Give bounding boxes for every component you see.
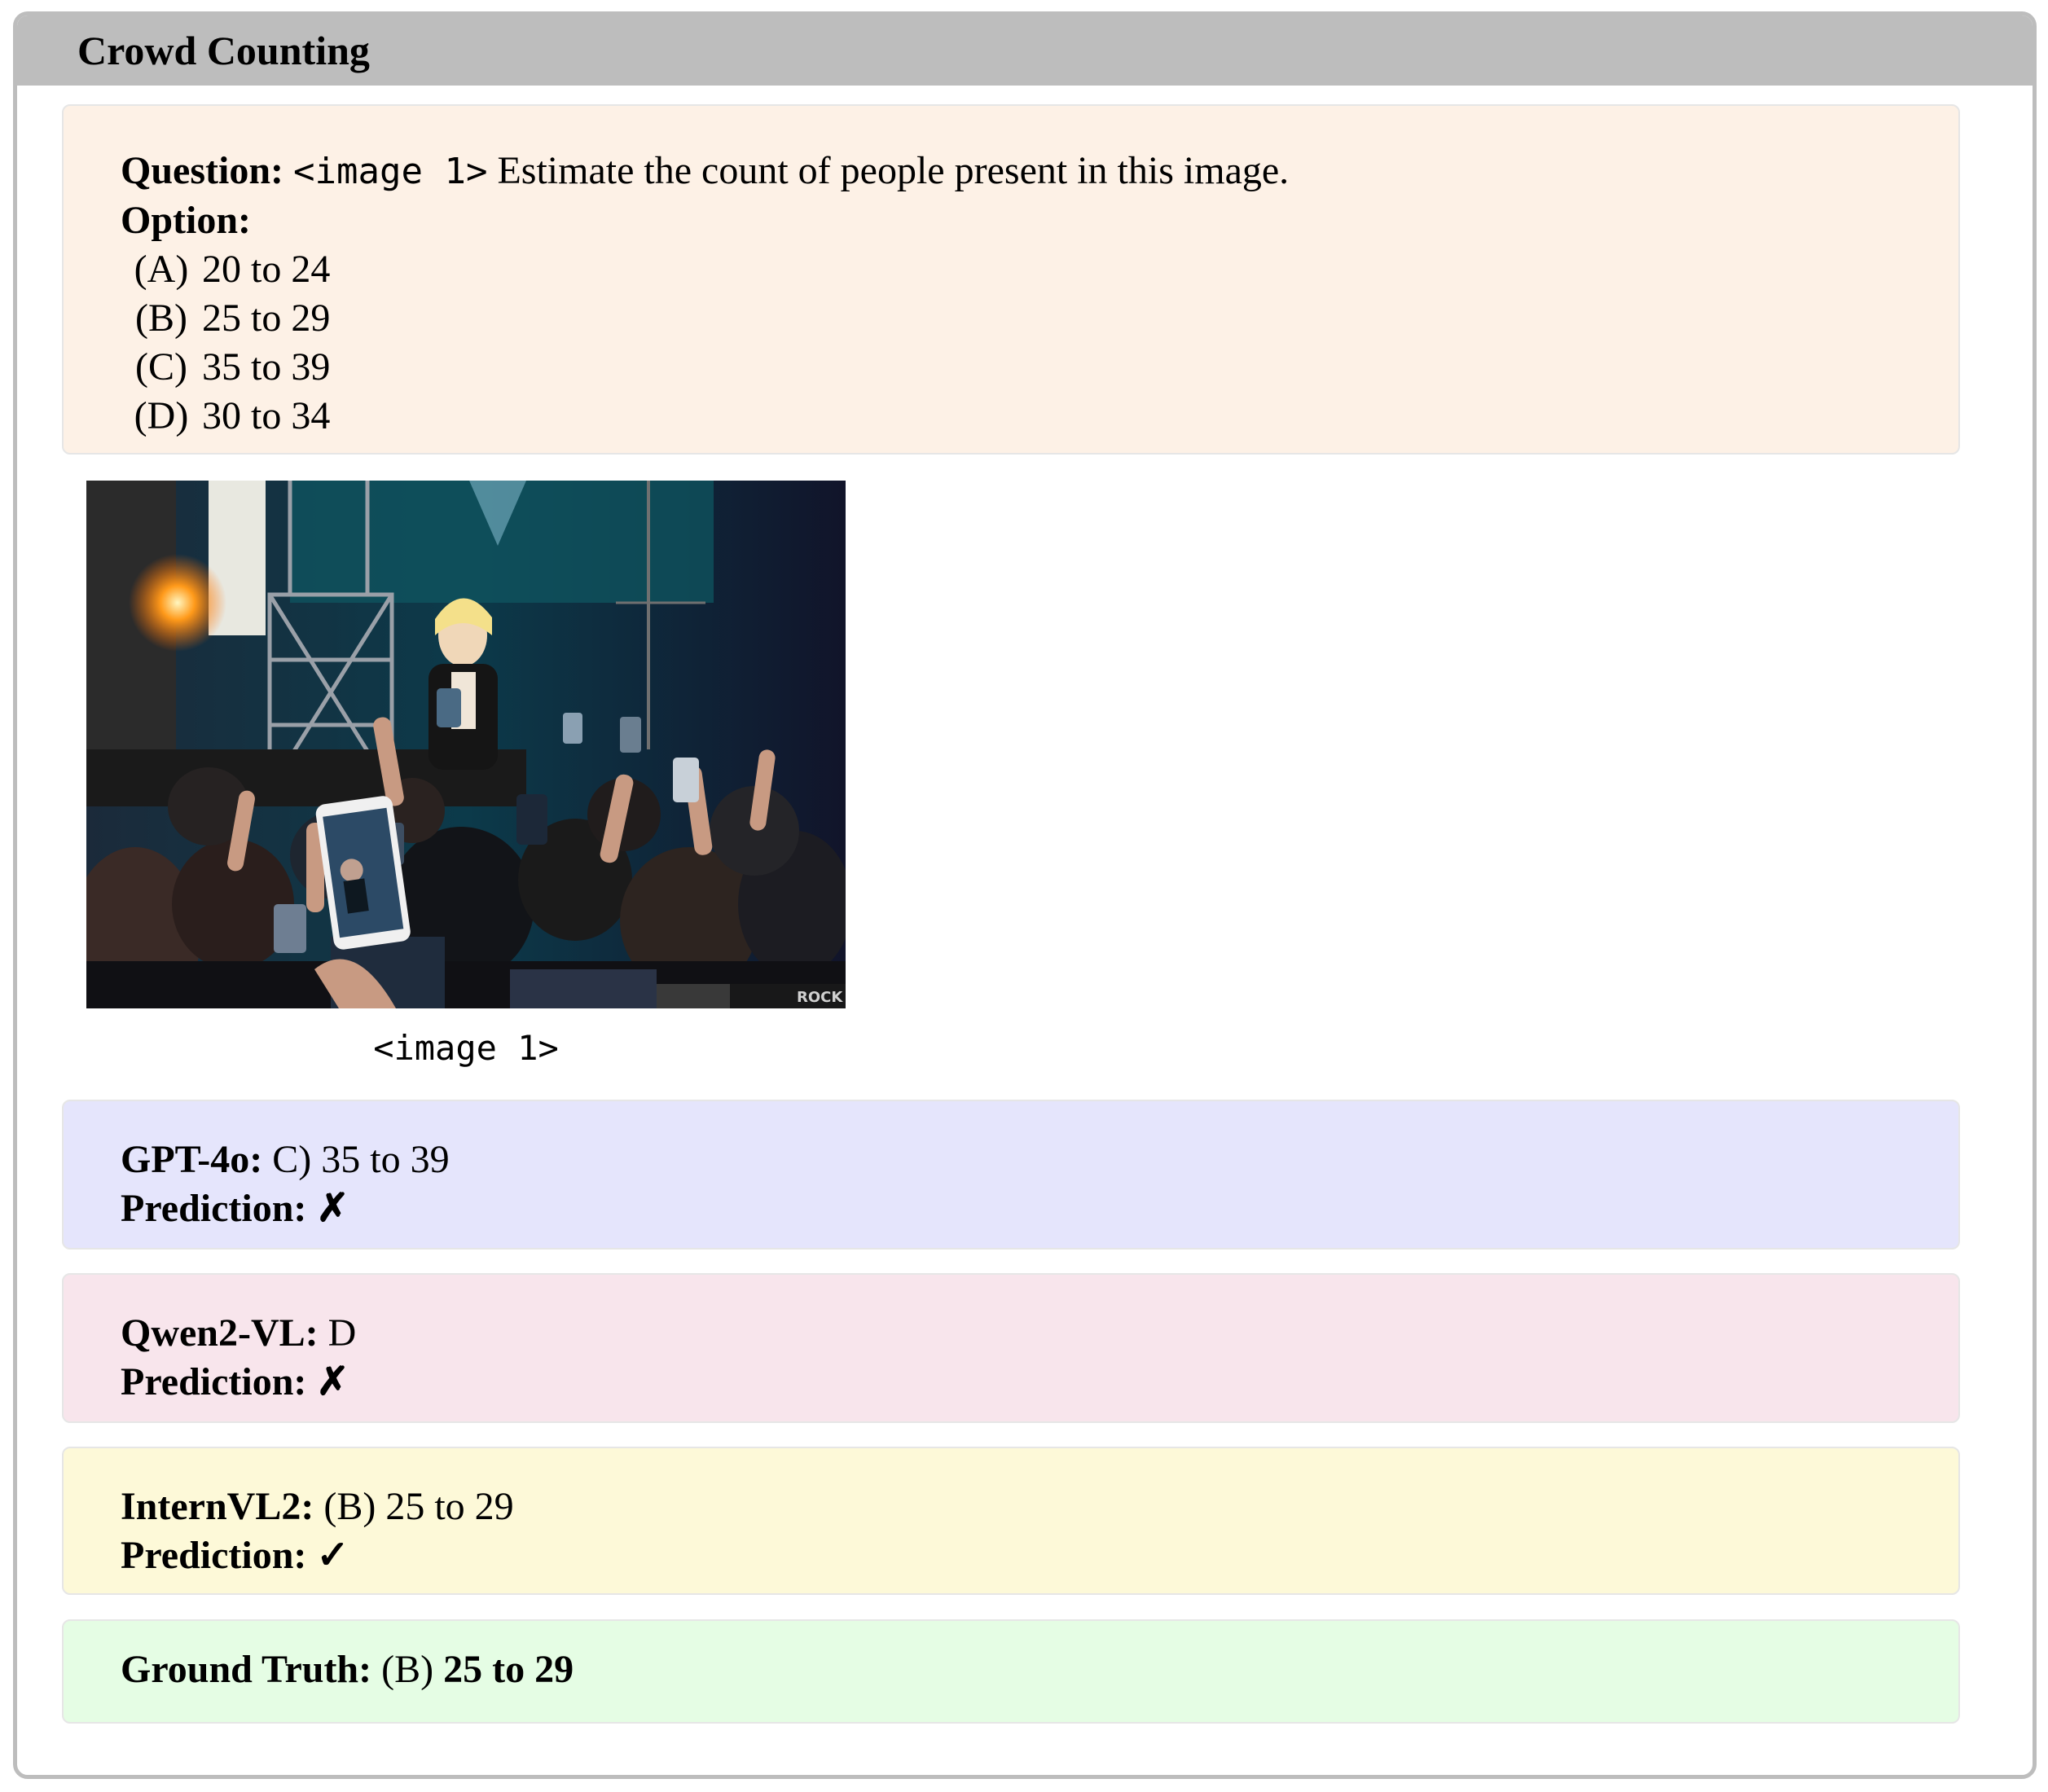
option-letter: (D) (134, 394, 189, 437)
model-panel-qwen2vl: Qwen2-VL: D Prediction: ✗ (62, 1273, 1960, 1423)
option-text: 35 to 39 (202, 345, 331, 389)
model-panel-internvl2: InternVL2: (B) 25 to 29 Prediction: ✓ (62, 1447, 1960, 1595)
option-text: 25 to 29 (202, 296, 331, 340)
model-answer: C) 35 to 39 (272, 1138, 450, 1181)
question-line: Question: <image 1> Estimate the count o… (121, 147, 1958, 196)
concert-crowd-photo: ROCK (86, 481, 846, 1008)
option-letter: (A) (134, 248, 189, 291)
option-text: 20 to 24 (202, 248, 331, 291)
option-item: (C) 35 to 39 (121, 343, 1958, 392)
question-label: Question: (121, 149, 284, 192)
ground-truth-label: Ground Truth: (121, 1648, 372, 1691)
option-text: 30 to 34 (202, 394, 331, 437)
question-text: Estimate the count of people present in … (497, 149, 1290, 192)
question-panel: Question: <image 1> Estimate the count o… (62, 104, 1960, 455)
model-name: GPT-4o: (121, 1138, 263, 1181)
model-answer: D (327, 1311, 357, 1355)
prediction-cross-icon: ✗ (316, 1360, 349, 1403)
performer (428, 598, 498, 770)
prediction-label: Prediction: (121, 1534, 307, 1577)
model-panel-gpt4o: GPT-4o: C) 35 to 39 Prediction: ✗ (62, 1100, 1960, 1250)
option-item: (B) 25 to 29 (121, 294, 1958, 343)
ground-truth-answer: 25 to 29 (443, 1648, 574, 1691)
option-letter: (B) (135, 296, 187, 340)
option-label: Option: (121, 199, 252, 242)
model-name: Qwen2-VL: (121, 1311, 319, 1355)
prediction-label: Prediction: (121, 1360, 307, 1403)
concert-crowd-illustration: ROCK (86, 481, 846, 1008)
prediction-label: Prediction: (121, 1187, 307, 1230)
option-item: (A) 20 to 24 (121, 245, 1958, 294)
model-name: InternVL2: (121, 1485, 314, 1528)
prediction-cross-icon: ✗ (316, 1187, 349, 1230)
ground-truth-letter: (B) (381, 1648, 434, 1691)
card-header: Crowd Counting (17, 15, 2033, 86)
ground-truth-panel: Ground Truth: (B) 25 to 29 (62, 1619, 1960, 1724)
model-answer: (B) 25 to 29 (323, 1485, 514, 1528)
stage-spotlight (129, 554, 226, 652)
option-item: (D) 30 to 34 (121, 392, 1958, 441)
image-caption: <image 1> (373, 1028, 559, 1068)
photo-watermark: ROCK (797, 989, 843, 1006)
question-image-tag: <image 1> (293, 151, 488, 192)
prediction-check-icon: ✓ (316, 1534, 349, 1577)
card-title: Crowd Counting (77, 28, 370, 73)
option-letter: (C) (135, 345, 187, 389)
